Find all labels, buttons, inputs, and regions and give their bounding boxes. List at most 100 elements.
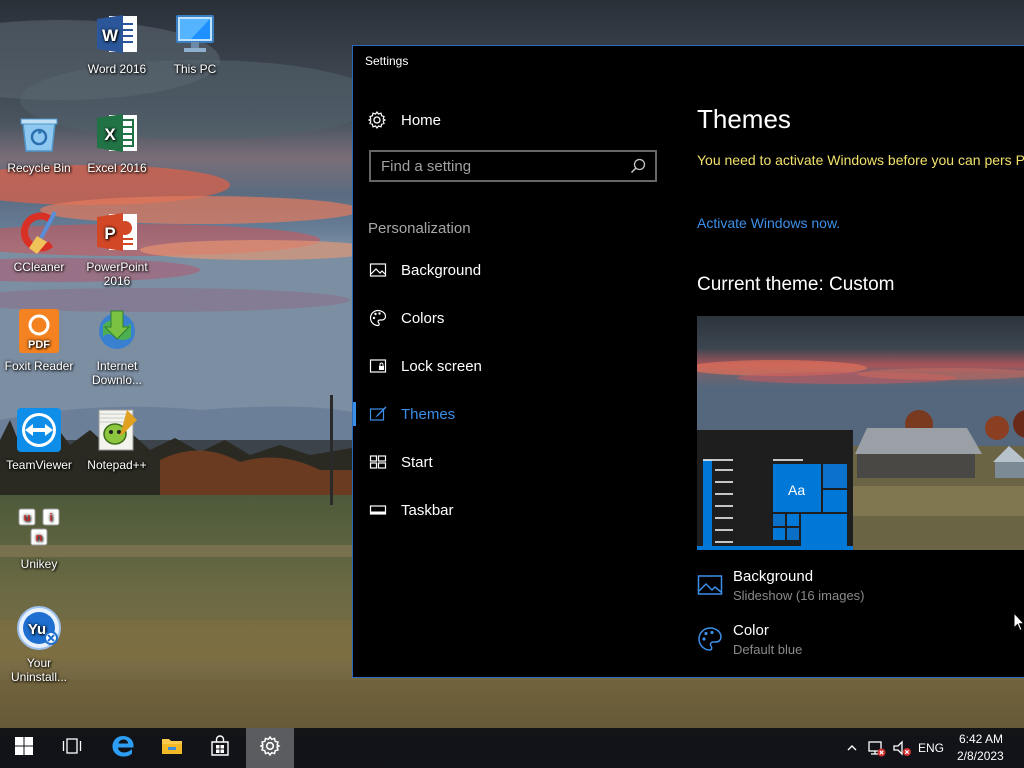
settings-nav-pane: Home Personalization Background Colors: [353, 78, 673, 677]
preview-tile-text: Aa: [788, 482, 806, 498]
desktop-icon-powerpoint-2016[interactable]: P PowerPoint 2016: [78, 208, 156, 288]
property-subtitle: Slideshow (16 images): [733, 588, 865, 603]
nav-item-start[interactable]: Start: [353, 442, 673, 482]
volume-muted-icon[interactable]: [892, 738, 912, 758]
teamviewer-icon: [15, 406, 63, 454]
nav-item-label: Colors: [401, 309, 445, 327]
theme-property-color[interactable]: Color Default blue: [697, 622, 802, 662]
desktop-icon-foxit-reader[interactable]: PDF Foxit Reader: [0, 307, 78, 373]
task-view-button[interactable]: [48, 728, 96, 768]
svg-text:Yu: Yu: [28, 621, 46, 638]
desktop-icon-label: Unikey: [20, 557, 58, 571]
store-button[interactable]: [196, 728, 244, 768]
nav-item-themes[interactable]: Themes: [353, 394, 673, 434]
desktop-icon-label: Your Uninstall...: [10, 656, 68, 684]
nav-item-colors[interactable]: Colors: [353, 298, 673, 338]
taskbar: ENG 6:42 AM 2/8/2023: [0, 728, 1024, 768]
activate-windows-link[interactable]: Activate Windows now.: [697, 215, 840, 231]
settings-taskbar-button[interactable]: [246, 728, 294, 768]
theme-property-background[interactable]: Background Slideshow (16 images): [697, 568, 865, 608]
mouse-cursor-icon: [1013, 611, 1024, 632]
active-indicator: [353, 402, 356, 426]
desktop-icon-ccleaner[interactable]: CCleaner: [0, 208, 78, 274]
taskbar-icon: [369, 501, 387, 519]
desktop-icon-label: CCleaner: [13, 260, 65, 274]
store-icon: [209, 735, 231, 761]
nav-item-label: Start: [401, 453, 433, 471]
ccleaner-icon: [15, 208, 63, 256]
settings-window[interactable]: Settings Home Personalization Background: [352, 45, 1024, 678]
clock-date: 2/8/2023: [957, 749, 1004, 763]
edge-button[interactable]: [99, 728, 147, 768]
this-pc-icon: [171, 10, 219, 58]
file-explorer-button[interactable]: [148, 728, 196, 768]
search-box[interactable]: [369, 150, 657, 182]
svg-text:i: i: [49, 512, 52, 524]
desktop-icon-label: Internet Downlo...: [91, 359, 143, 387]
current-theme-heading: Current theme: Custom: [697, 274, 895, 295]
svg-text:X: X: [104, 125, 116, 144]
desktop-icon-label: PowerPoint 2016: [86, 260, 148, 288]
page-title: Themes: [697, 104, 791, 134]
picture-icon: [697, 572, 723, 598]
desktop-icon-your-uninstaller[interactable]: Yu Your Uninstall...: [0, 604, 78, 684]
start-button[interactable]: [0, 728, 48, 768]
desktop-icon-label: Excel 2016: [87, 161, 147, 175]
desktop-icon-this-pc[interactable]: This PC: [156, 10, 234, 76]
svg-text:n: n: [36, 532, 43, 544]
clock-time: 6:42 AM: [959, 732, 1004, 746]
nav-item-taskbar[interactable]: Taskbar: [353, 490, 673, 530]
desktop-icon-notepad-plus-plus[interactable]: Notepad++: [78, 406, 156, 472]
word-icon: W: [93, 10, 141, 58]
desktop-icon-label: This PC: [173, 62, 217, 76]
network-disconnected-icon[interactable]: [866, 738, 886, 758]
desktop-icon-word-2016[interactable]: W Word 2016: [78, 10, 156, 76]
nav-item-lock-screen[interactable]: Lock screen: [353, 346, 673, 386]
nav-home-button[interactable]: Home: [367, 108, 441, 132]
desktop-icon-label: Recycle Bin: [7, 161, 71, 175]
input-language-indicator[interactable]: ENG: [918, 741, 944, 755]
desktop-icon-label: TeamViewer: [6, 458, 72, 472]
recycle-bin-icon: [15, 109, 63, 157]
property-subtitle: Default blue: [733, 642, 803, 657]
themes-content-pane: Themes You need to activate Windows befo…: [697, 78, 1024, 677]
desktop-icon-recycle-bin[interactable]: Recycle Bin: [0, 109, 78, 175]
desktop-icon-label: Foxit Reader: [4, 359, 74, 373]
task-view-icon: [62, 736, 82, 760]
lock-screen-icon: [369, 357, 387, 375]
property-title: Color: [733, 622, 769, 639]
start-tiles-icon: [369, 453, 387, 471]
your-uninstaller-icon: Yu: [15, 604, 63, 652]
edge-icon: [110, 733, 136, 763]
foxit-reader-icon: PDF: [15, 307, 63, 355]
nav-item-background[interactable]: Background: [353, 250, 673, 290]
gear-icon: [367, 110, 387, 130]
clock[interactable]: 6:42 AM 2/8/2023: [952, 728, 1016, 768]
desktop-icon-teamviewer[interactable]: TeamViewer: [0, 406, 78, 472]
svg-text:PDF: PDF: [28, 339, 50, 351]
desktop-icon-label: Word 2016: [87, 62, 147, 76]
svg-text:W: W: [102, 26, 119, 45]
nav-section-personalization: Personalization: [368, 220, 471, 237]
file-explorer-icon: [161, 736, 183, 760]
desktop-icon-unikey[interactable]: u in Unikey: [0, 505, 78, 571]
nav-item-label: Background: [401, 261, 482, 279]
nav-home-label: Home: [401, 111, 442, 129]
svg-text:u: u: [24, 512, 31, 524]
search-icon[interactable]: [629, 157, 647, 175]
desktop-icon-internet-download-manager[interactable]: Internet Downlo...: [78, 307, 156, 387]
unikey-icon: u in: [15, 505, 63, 553]
internet-download-manager-icon: [93, 307, 141, 355]
svg-text:P: P: [104, 224, 115, 243]
show-hidden-icons-chevron-up-icon[interactable]: [842, 738, 862, 758]
property-title: Background: [733, 568, 814, 585]
brush-icon: [369, 405, 387, 423]
find-setting-input[interactable]: [371, 157, 629, 175]
theme-preview: Aa: [697, 316, 1024, 550]
desktop-icon-label: Notepad++: [87, 458, 147, 472]
desktop-icon-excel-2016[interactable]: X Excel 2016: [78, 109, 156, 175]
palette-icon: [697, 626, 723, 652]
excel-icon: X: [93, 109, 141, 157]
window-titlebar[interactable]: Settings: [353, 46, 1024, 78]
nav-item-label: Taskbar: [401, 501, 454, 519]
